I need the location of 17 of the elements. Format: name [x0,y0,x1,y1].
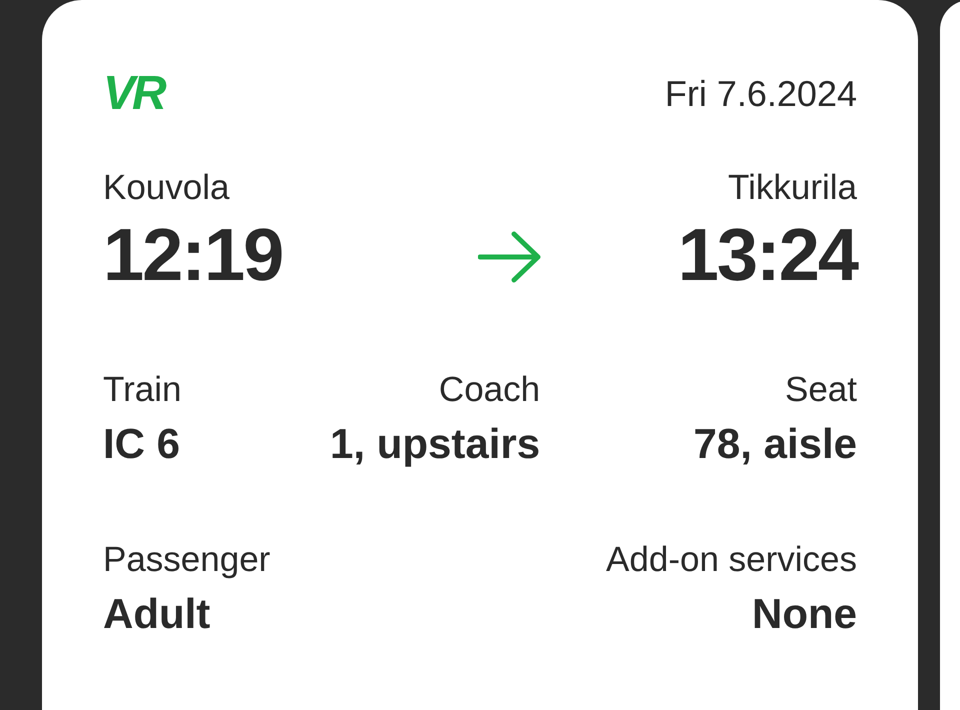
departure-station: Kouvola [103,167,230,209]
detail-value: None [752,589,857,639]
travel-date: Fri 7.6.2024 [664,76,857,112]
detail-label: Passenger [103,539,270,581]
departure-time: 12:19 [103,212,282,298]
arrow-right-icon [478,231,542,283]
detail-label: Add-on services [606,539,857,581]
arrival-station: Tikkurila [728,167,857,209]
detail-value: 78, aisle [694,419,857,469]
detail-value: Adult [103,589,210,639]
arrival-time: 13:24 [678,212,857,298]
detail-label: Seat [785,369,857,411]
detail-value: 1, upstairs [330,419,540,469]
detail-value: IC 6 [103,419,180,469]
vr-logo: VR [103,70,164,118]
detail-label: Coach [438,369,540,411]
detail-label: Train [103,369,182,411]
